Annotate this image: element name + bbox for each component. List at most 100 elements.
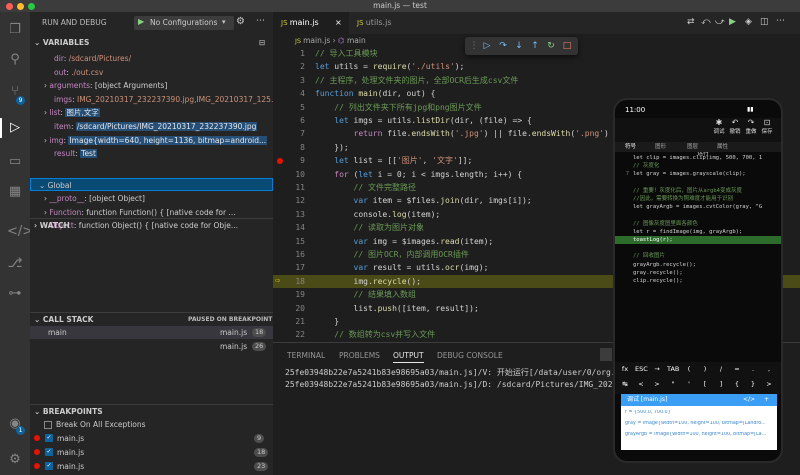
- phone-save-button[interactable]: ⊡ 保存: [759, 118, 775, 135]
- watch-section-header[interactable]: › WATCH: [30, 218, 273, 232]
- phone-subtab[interactable]: 图形: [655, 142, 666, 152]
- phone-key[interactable]: }: [747, 380, 759, 388]
- phone-key[interactable]: (: [683, 365, 695, 373]
- variable-row[interactable]: › arguments: [object Arguments]: [30, 79, 273, 92]
- variable-row[interactable]: › img: Image{width=640, height=1136, bit…: [30, 134, 273, 147]
- phone-subtab[interactable]: 图层: [687, 142, 698, 152]
- variable-row[interactable]: out: ./out.csv: [30, 66, 273, 79]
- code-line[interactable]: 3 // 主程序，处理文件夹的图片，全部OCR后生成csv文件: [273, 74, 800, 87]
- phone-code-line[interactable]: let grayArgb = images.cvtColor(gray, "G: [615, 203, 781, 211]
- call-stack-frame[interactable]: main.js 26: [30, 340, 273, 353]
- global-scope-row[interactable]: ⌄ Global: [30, 178, 273, 191]
- call-stack-section-header[interactable]: ⌄ CALL STACK PAUSED ON BREAKPOINT: [30, 312, 273, 326]
- phone-code-line[interactable]: [615, 244, 781, 252]
- phone-key[interactable]: .: [747, 365, 759, 373]
- phone-code-line[interactable]: // 回收图片: [615, 252, 781, 260]
- go-forward-icon[interactable]: ⤻: [715, 17, 725, 27]
- run-debug-icon[interactable]: ▷: [7, 120, 23, 136]
- remote-explorer-icon[interactable]: ▭: [7, 154, 23, 170]
- phone-code-line[interactable]: gray.recycle();: [615, 269, 781, 277]
- phone-code-line[interactable]: [615, 179, 781, 187]
- phone-key[interactable]: ": [667, 380, 679, 388]
- phone-code-line[interactable]: let clip = images.clip(img, 500, 700, 1: [615, 154, 781, 162]
- phone-code-line[interactable]: 7 let gray = images.grayscale(clip);: [615, 170, 781, 178]
- breadcrumb-symbol[interactable]: main: [347, 36, 366, 45]
- run-icon[interactable]: ▶: [729, 17, 736, 27]
- compare-icon[interactable]: ⇄: [687, 17, 695, 27]
- tab-main-js[interactable]: JS main.js ×: [273, 12, 349, 34]
- collapse-all-icon[interactable]: ⊟: [259, 36, 265, 50]
- variable-row[interactable]: result: Test: [30, 147, 273, 160]
- global-row[interactable]: › Function: function Function() { [nativ…: [30, 206, 273, 219]
- variable-row[interactable]: › list: 图片,文字: [30, 106, 273, 119]
- more-actions-icon[interactable]: ⋯: [776, 16, 785, 26]
- search-icon[interactable]: ⚲: [7, 52, 23, 68]
- break-all-exceptions-row[interactable]: Break On All Exceptions: [30, 418, 273, 431]
- phone-key[interactable]: {: [731, 380, 743, 388]
- phone-code-line[interactable]: //因此，需要转换为照难度才能用于识别: [615, 195, 781, 203]
- call-stack-frame[interactable]: main main.js 18: [30, 326, 273, 339]
- phone-code-line[interactable]: // 重要！灰度化后，图片从argb4变成灰度: [615, 187, 781, 195]
- global-row[interactable]: › __proto__: [object Object]: [30, 192, 273, 205]
- breakpoint-row[interactable]: ✓ main.js 23: [30, 460, 273, 473]
- phone-key[interactable]: ,: [763, 365, 775, 373]
- breakpoint-row[interactable]: ✓ main.js 18: [30, 446, 273, 459]
- phone-key[interactable]: ESC: [635, 365, 648, 373]
- phone-key[interactable]: <: [635, 380, 647, 388]
- config-dropdown[interactable]: ▶ No Configurations ▾: [134, 16, 234, 30]
- phone-key[interactable]: >: [651, 380, 663, 388]
- variable-row[interactable]: dir: /sdcard/Pictures/: [30, 52, 273, 65]
- tab-output[interactable]: OUTPUT: [393, 351, 424, 363]
- add-icon[interactable]: +: [764, 394, 769, 406]
- phone-key[interactable]: >: [763, 380, 775, 388]
- code-icon[interactable]: </>: [7, 224, 33, 240]
- phone-code-line[interactable]: // 灰度化: [615, 162, 781, 170]
- continue-icon[interactable]: ▷: [481, 40, 493, 52]
- step-over-icon[interactable]: ↷: [497, 40, 509, 52]
- phone-code-line[interactable]: [615, 211, 781, 219]
- breakpoint-checkbox[interactable]: ✓: [45, 462, 53, 470]
- manage-gear-icon[interactable]: ⚙: [7, 452, 23, 468]
- gear-icon[interactable]: ⚙: [236, 16, 245, 27]
- breadcrumb-file[interactable]: main.js: [303, 36, 330, 45]
- phone-key[interactable]: TAB: [667, 365, 679, 373]
- drag-handle-icon[interactable]: ⋮: [468, 40, 480, 52]
- phone-key[interactable]: [: [699, 380, 711, 388]
- step-out-icon[interactable]: ↑: [529, 40, 541, 52]
- close-tab-icon[interactable]: ×: [335, 12, 342, 34]
- phone-code-line[interactable]: toastLog(r);: [615, 236, 781, 244]
- phone-debug-button[interactable]: ✱ 调试: [711, 118, 727, 135]
- go-back-icon[interactable]: ⤺: [701, 17, 711, 27]
- output-channel-select[interactable]: [600, 348, 612, 361]
- code-line[interactable]: 2 let utils = require('./utils');: [273, 60, 800, 73]
- tab-utils-js[interactable]: JS utils.js: [349, 12, 419, 34]
- breakpoint-checkbox[interactable]: ✓: [45, 434, 53, 442]
- breakpoint-row[interactable]: ✓ main.js 9: [30, 432, 273, 445]
- tab-terminal[interactable]: TERMINAL: [287, 351, 325, 360]
- phone-key[interactable]: ↹: [619, 380, 631, 388]
- close-window-icon[interactable]: [6, 3, 13, 10]
- restart-icon[interactable]: ↻: [545, 40, 557, 52]
- phone-code-line[interactable]: clip.recycle();: [615, 277, 781, 285]
- extensions-icon[interactable]: ▦: [7, 184, 23, 200]
- phone-redo-button[interactable]: ↷ 重做: [743, 118, 759, 135]
- phone-code-line[interactable]: let r = findImage(img, grayArgb);: [615, 228, 781, 236]
- phone-key[interactable]: →: [651, 365, 663, 373]
- breakpoint-checkbox[interactable]: ✓: [45, 448, 53, 456]
- code-icon[interactable]: </>: [743, 394, 755, 406]
- more-actions-icon[interactable]: ⋯: [256, 16, 265, 26]
- variables-section-header[interactable]: ⌄ VARIABLES ⊟: [30, 36, 273, 50]
- tab-problems[interactable]: PROBLEMS: [339, 351, 380, 360]
- phone-key[interactable]: /: [715, 365, 727, 373]
- start-debug-icon[interactable]: ▶: [138, 17, 144, 26]
- phone-key[interactable]: ]: [715, 380, 727, 388]
- minimize-window-icon[interactable]: [17, 3, 24, 10]
- zoom-window-icon[interactable]: [28, 3, 35, 10]
- phone-undo-button[interactable]: ↶ 撤销: [727, 118, 743, 135]
- variable-row[interactable]: item: /sdcard/Pictures/IMG_20210317_2322…: [30, 120, 273, 133]
- phone-code-line[interactable]: grayArgb.recycle();: [615, 261, 781, 269]
- stop-icon[interactable]: □: [561, 40, 573, 52]
- phone-subtab[interactable]: 符号: [625, 142, 636, 152]
- break-all-checkbox[interactable]: [44, 421, 52, 429]
- explorer-icon[interactable]: ❐: [7, 22, 23, 38]
